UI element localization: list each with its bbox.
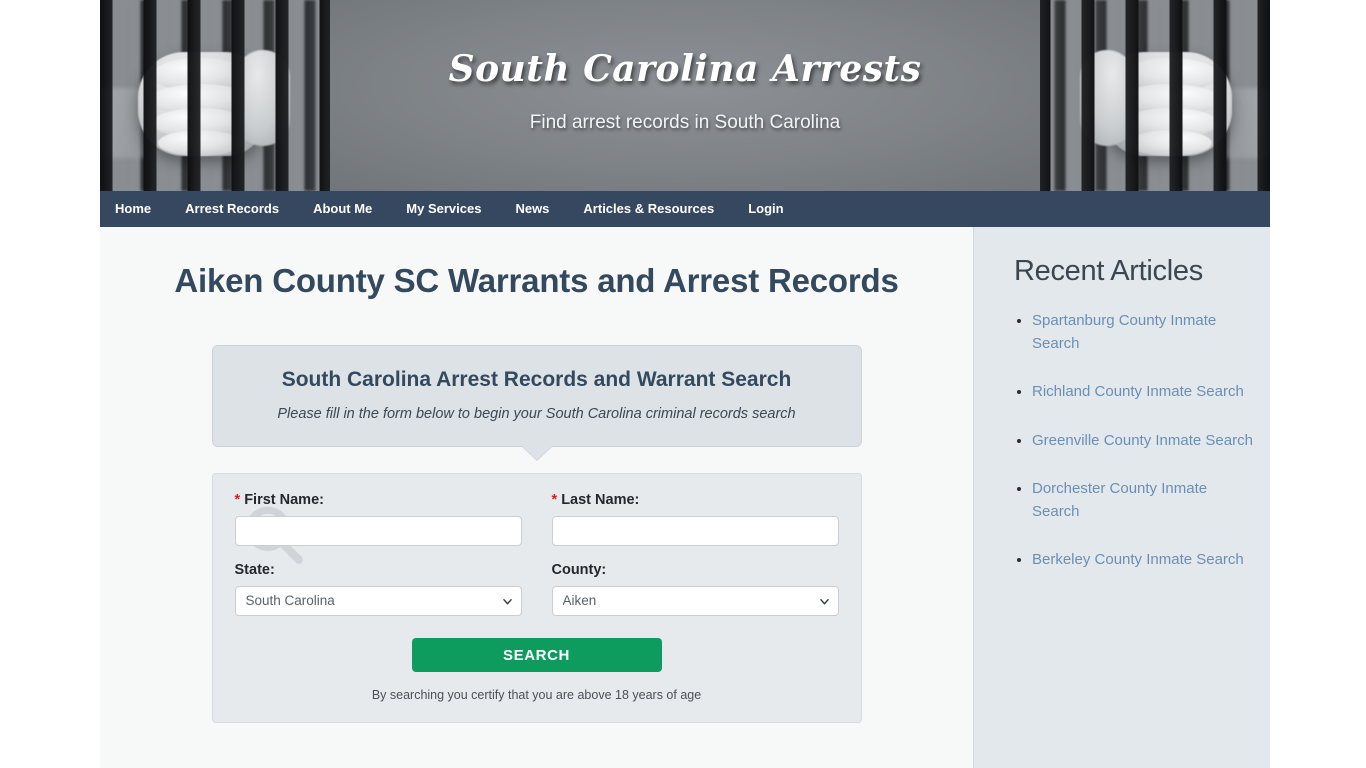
- site-banner: South Carolina Arrests Find arrest recor…: [100, 0, 1270, 191]
- first-name-label: * First Name:: [235, 492, 522, 508]
- site-container: South Carolina Arrests Find arrest recor…: [100, 0, 1270, 768]
- list-item: Dorchester County Inmate Search: [1032, 478, 1256, 523]
- sidebar: Recent Articles Spartanburg County Inmat…: [973, 227, 1270, 768]
- list-item: Berkeley County Inmate Search: [1032, 549, 1256, 572]
- callout-subtitle: Please fill in the form below to begin y…: [277, 405, 796, 422]
- last-name-field: * Last Name:: [551, 492, 839, 546]
- nav-item-login[interactable]: Login: [731, 191, 800, 227]
- state-label: State:: [234, 561, 275, 578]
- required-marker: *: [551, 491, 558, 508]
- main-column: Aiken County SC Warrants and Arrest Reco…: [100, 227, 973, 768]
- sidebar-link-dorchester[interactable]: Dorchester County Inmate Search: [1032, 480, 1207, 520]
- sidebar-link-richland[interactable]: Richland County Inmate Search: [1032, 383, 1244, 400]
- first-name-field: * First Name:: [234, 492, 522, 546]
- list-item: Greenville County Inmate Search: [1032, 430, 1256, 453]
- sidebar-link-berkeley[interactable]: Berkeley County Inmate Search: [1032, 551, 1244, 568]
- page-title: Aiken County SC Warrants and Arrest Reco…: [174, 262, 899, 299]
- county-select-wrap: Aiken: [551, 585, 839, 616]
- county-field: County: Aiken: [551, 561, 839, 616]
- search-form: * First Name: * Last Name: State: South …: [211, 472, 862, 723]
- nav-item-about-me[interactable]: About Me: [296, 191, 389, 227]
- search-button[interactable]: SEARCH: [411, 637, 662, 672]
- state-select-wrap: South Carolina: [234, 585, 522, 616]
- nav-item-articles-resources[interactable]: Articles & Resources: [566, 191, 731, 227]
- last-name-input[interactable]: [551, 515, 839, 546]
- callout-arrow: [521, 445, 552, 460]
- banner-text-block: South Carolina Arrests Find arrest recor…: [100, 48, 1270, 134]
- nav-item-news[interactable]: News: [498, 191, 566, 227]
- search-intro-callout: South Carolina Arrest Records and Warran…: [211, 344, 862, 460]
- list-item: Richland County Inmate Search: [1032, 381, 1256, 404]
- state-select[interactable]: South Carolina: [234, 585, 522, 616]
- sidebar-title: Recent Articles: [1014, 255, 1203, 287]
- submit-row: SEARCH: [235, 637, 839, 672]
- content-area: Aiken County SC Warrants and Arrest Reco…: [100, 227, 1270, 768]
- required-marker: *: [234, 491, 241, 508]
- age-disclaimer: By searching you certify that you are ab…: [371, 687, 702, 702]
- page-root: South Carolina Arrests Find arrest recor…: [0, 0, 1366, 768]
- location-row: State: South Carolina County: Aiken: [234, 561, 839, 616]
- nav-item-my-services[interactable]: My Services: [389, 191, 498, 227]
- last-name-label: * Last Name:: [552, 492, 839, 508]
- main-navigation: Home Arrest Records About Me My Services…: [100, 191, 1270, 227]
- state-field: State: South Carolina: [234, 561, 522, 616]
- site-tagline: Find arrest records in South Carolina: [529, 112, 841, 133]
- first-name-input[interactable]: [234, 515, 522, 546]
- county-label: County:: [551, 561, 607, 578]
- sidebar-link-spartanburg[interactable]: Spartanburg County Inmate Search: [1032, 312, 1216, 352]
- name-row: * First Name: * Last Name:: [234, 492, 839, 546]
- sidebar-link-greenville[interactable]: Greenville County Inmate Search: [1032, 432, 1253, 449]
- county-select[interactable]: Aiken: [551, 585, 839, 616]
- first-name-label-text: First Name:: [244, 491, 324, 508]
- callout-title: South Carolina Arrest Records and Warran…: [281, 367, 792, 391]
- recent-articles-list: Spartanburg County Inmate Search Richlan…: [974, 310, 1270, 572]
- nav-item-arrest-records[interactable]: Arrest Records: [168, 191, 296, 227]
- nav-item-home[interactable]: Home: [100, 191, 168, 227]
- list-item: Spartanburg County Inmate Search: [1032, 310, 1256, 355]
- site-title: South Carolina Arrests: [448, 48, 922, 90]
- last-name-label-text: Last Name:: [561, 491, 640, 508]
